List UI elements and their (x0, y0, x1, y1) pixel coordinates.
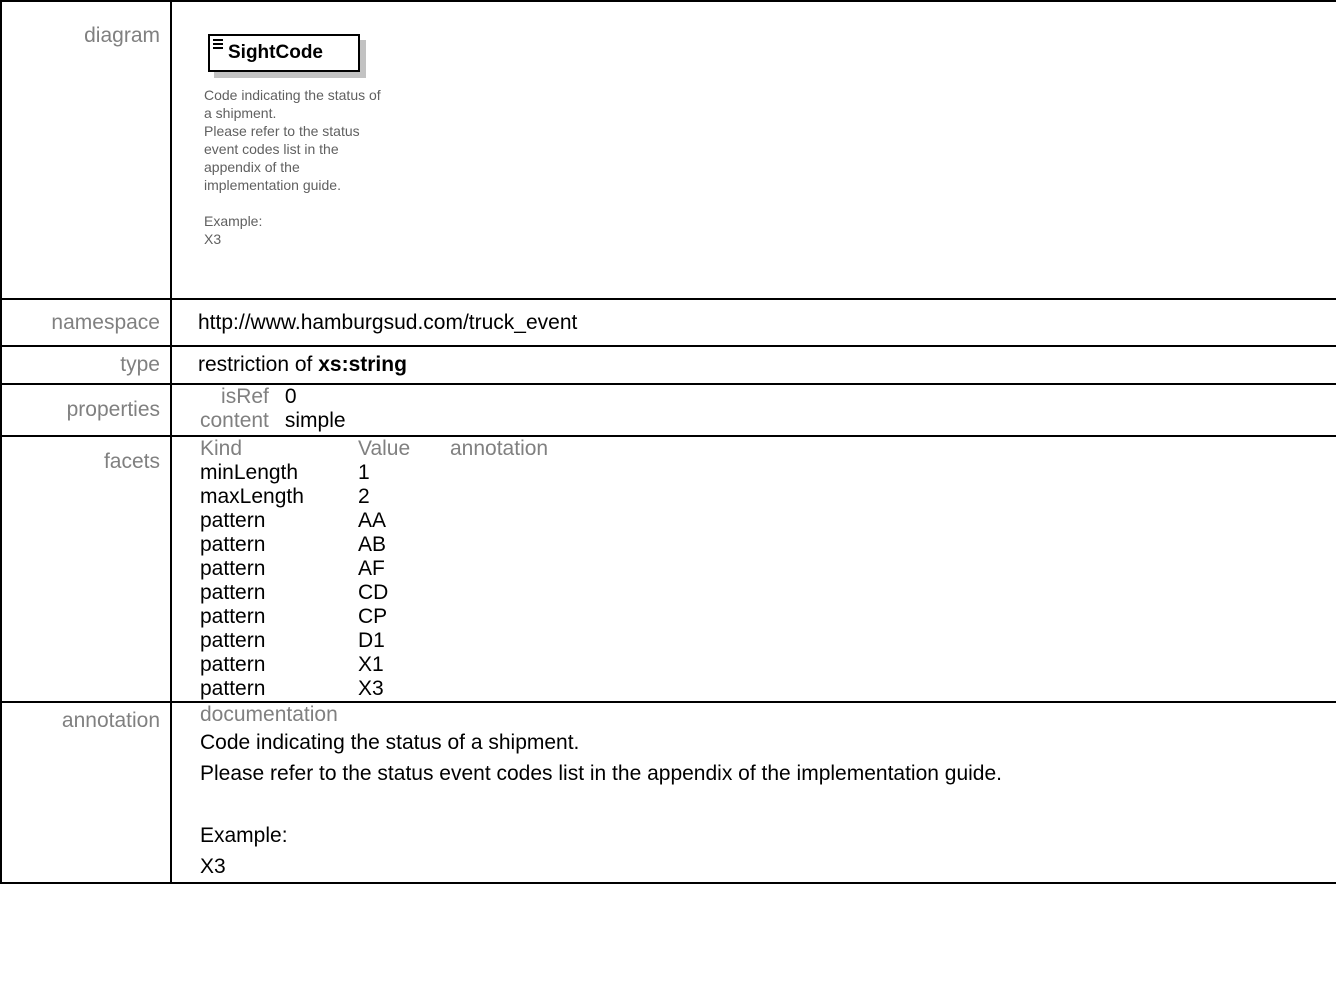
property-value: 0 (284, 385, 297, 408)
facets-header-value: Value (358, 437, 411, 460)
type-label: type (0, 345, 172, 385)
facet-value: CD (358, 581, 389, 604)
facet-row: pattern X3 (200, 677, 548, 701)
properties-value: isRef 0 content simple (170, 383, 1336, 437)
namespace-row: namespace http://www.hamburgsud.com/truc… (0, 298, 1336, 347)
facet-kind: pattern (200, 653, 266, 676)
properties-row: properties isRef 0 content simple (0, 383, 1336, 437)
schema-doc-table: diagram SightCode Code indicating the st… (0, 0, 1336, 884)
facet-value: AF (358, 557, 385, 580)
property-row: content simple (200, 409, 346, 433)
facet-row: pattern CD (200, 581, 548, 605)
namespace-text: http://www.hamburgsud.com/truck_event (198, 311, 578, 334)
type-row: type restriction of xs:string (0, 345, 1336, 385)
facet-value: CP (358, 605, 388, 628)
facets-label: facets (0, 435, 172, 703)
annotation-heading: documentation (200, 703, 338, 726)
properties-table: isRef 0 content simple (200, 385, 346, 433)
facet-value: 2 (358, 485, 370, 508)
type-value: restriction of xs:string (170, 345, 1336, 385)
facet-row: maxLength 2 (200, 485, 548, 509)
element-lines-icon (213, 39, 223, 51)
facets-header-row: Kind Value annotation (200, 437, 548, 461)
type-prefix: restriction of (198, 353, 319, 376)
diagram-figure: SightCode Code indicating the status of … (172, 2, 1336, 292)
properties-label: properties (0, 383, 172, 437)
facets-header-annotation: annotation (450, 437, 549, 460)
annotation-text: Code indicating the status of a shipment… (200, 731, 1002, 878)
facet-value: X1 (358, 653, 384, 676)
facet-row: minLength 1 (200, 461, 548, 485)
facet-kind: pattern (200, 533, 266, 556)
facet-kind: minLength (200, 461, 299, 484)
facet-kind: maxLength (200, 485, 304, 508)
facets-value: Kind Value annotation minLength 1 maxLen… (170, 435, 1336, 703)
diagram-row: diagram SightCode Code indicating the st… (0, 0, 1336, 300)
namespace-value: http://www.hamburgsud.com/truck_event (170, 298, 1336, 347)
element-box: SightCode (208, 34, 360, 72)
facet-value: 1 (358, 461, 370, 484)
facet-kind: pattern (200, 557, 266, 580)
property-key: isRef (221, 385, 269, 408)
element-name: SightCode (228, 42, 323, 63)
annotation-row: annotation documentation Code indicating… (0, 701, 1336, 884)
facet-kind: pattern (200, 605, 266, 628)
facet-kind: pattern (200, 629, 266, 652)
property-value: simple (284, 409, 346, 432)
property-row: isRef 0 (200, 385, 346, 409)
namespace-label: namespace (0, 298, 172, 347)
facet-value: X3 (358, 677, 384, 700)
facet-value: AB (358, 533, 387, 556)
annotation-label: annotation (0, 701, 172, 884)
facets-header-kind: Kind (200, 437, 243, 460)
facet-value: AA (358, 509, 387, 532)
facet-kind: pattern (200, 677, 266, 700)
facet-kind: pattern (200, 581, 266, 604)
property-key: content (200, 409, 269, 432)
facet-row: pattern AB (200, 533, 548, 557)
facets-row: facets Kind Value annotation minLength 1… (0, 435, 1336, 703)
type-base: xs:string (318, 353, 407, 376)
facet-kind: pattern (200, 509, 266, 532)
facet-row: pattern D1 (200, 629, 548, 653)
facet-value: D1 (358, 629, 385, 652)
diagram-doc-text: Code indicating the status of a shipment… (204, 87, 381, 247)
annotation-value: documentation Code indicating the status… (170, 701, 1336, 884)
facets-table: Kind Value annotation minLength 1 maxLen… (200, 437, 548, 701)
facet-row: pattern AA (200, 509, 548, 533)
facet-row: pattern AF (200, 557, 548, 581)
diagram-label: diagram (0, 0, 172, 300)
diagram-cell: SightCode Code indicating the status of … (170, 0, 1336, 300)
facet-row: pattern X1 (200, 653, 548, 677)
facet-row: pattern CP (200, 605, 548, 629)
